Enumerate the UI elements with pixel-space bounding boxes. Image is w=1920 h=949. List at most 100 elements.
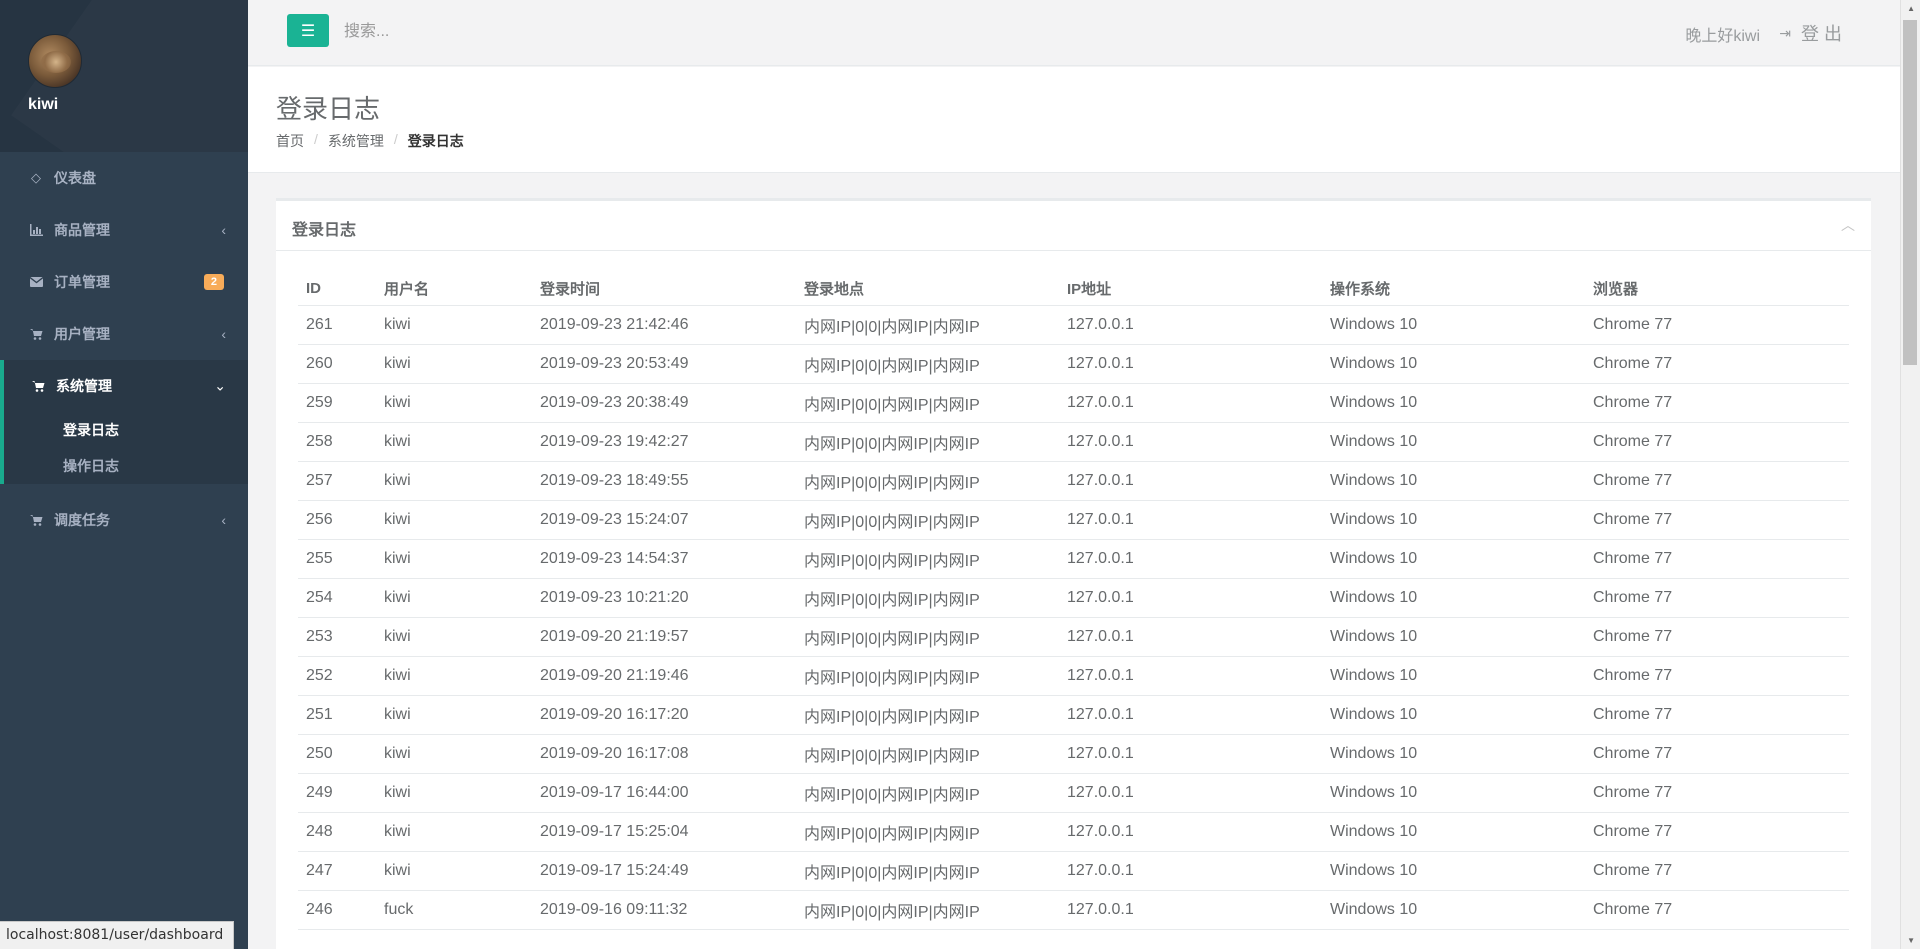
top-navbar: ☰ 晚上好kiwi ⇥ 登 出 <box>248 0 1900 66</box>
breadcrumb-home-link[interactable]: 首页 <box>276 131 304 151</box>
cell-login-time: 2019-09-20 21:19:46 <box>532 656 796 696</box>
cell-ip: 127.0.0.1 <box>1059 500 1322 540</box>
sidebar-item-dashboard[interactable]: ◇ 仪表盘 <box>0 152 248 204</box>
cell-username: kiwi <box>376 773 532 813</box>
panel-header: 登录日志 ︿ <box>276 201 1871 251</box>
column-header-id[interactable]: ID <box>298 273 376 306</box>
cell-id: 260 <box>298 344 376 384</box>
chevron-up-icon[interactable]: ︿ <box>1841 215 1855 235</box>
cell-ip: 127.0.0.1 <box>1059 461 1322 501</box>
envelope-icon <box>28 277 44 287</box>
column-header-browser[interactable]: 浏览器 <box>1585 273 1849 306</box>
search-input[interactable] <box>344 18 744 46</box>
scroll-up-arrow-icon[interactable]: ▲ <box>1907 4 1915 13</box>
cell-username: kiwi <box>376 539 532 579</box>
cell-username: kiwi <box>376 851 532 891</box>
cell-id: 251 <box>298 695 376 735</box>
cell-os: Windows 10 <box>1322 344 1585 384</box>
table-body: 261 kiwi 2019-09-23 21:42:46 内网IP|0|0|内网IP|… <box>298 305 1849 930</box>
table-row: 257 kiwi 2019-09-23 18:49:55 内网IP|0|0|内网IP|… <box>298 461 1849 501</box>
cell-browser: Chrome 77 <box>1585 422 1849 462</box>
greeting-text: 晚上好kiwi <box>1685 28 1760 45</box>
cell-id: 255 <box>298 539 376 579</box>
sidebar-item-scheduled-tasks[interactable]: 调度任务 ‹ <box>0 494 248 546</box>
order-count-badge: 2 <box>203 274 224 290</box>
sidebar-item-label: 仪表盘 <box>54 170 96 186</box>
column-header-login-time[interactable]: 登录时间 <box>532 273 796 306</box>
cell-id: 257 <box>298 461 376 501</box>
cell-id: 247 <box>298 851 376 891</box>
cell-ip: 127.0.0.1 <box>1059 695 1322 735</box>
table-row: 259 kiwi 2019-09-23 20:38:49 内网IP|0|0|内网IP|… <box>298 383 1849 423</box>
breadcrumb-separator: / <box>393 131 398 147</box>
cell-browser: Chrome 77 <box>1585 656 1849 696</box>
cell-username: kiwi <box>376 422 532 462</box>
cell-os: Windows 10 <box>1322 383 1585 423</box>
diamond-icon: ◇ <box>31 170 41 185</box>
cell-login-time: 2019-09-17 15:24:49 <box>532 851 796 891</box>
cell-username: kiwi <box>376 656 532 696</box>
profile-username[interactable]: kiwi <box>28 96 58 114</box>
menu-toggle-button[interactable]: ☰ <box>287 14 329 47</box>
cell-id: 250 <box>298 734 376 774</box>
cell-username: kiwi <box>376 812 532 852</box>
cell-ip: 127.0.0.1 <box>1059 890 1322 930</box>
cell-location: 内网IP|0|0|内网IP|内网IP <box>796 422 1059 462</box>
cell-location: 内网IP|0|0|内网IP|内网IP <box>796 305 1059 345</box>
sidebar-nav-tail: 调度任务 ‹ <box>0 494 248 546</box>
sidebar-group-system: 系统管理 ⌄ 登录日志 操作日志 <box>0 360 248 484</box>
cell-os: Windows 10 <box>1322 656 1585 696</box>
cell-login-time: 2019-09-23 14:54:37 <box>532 539 796 579</box>
cell-login-time: 2019-09-23 10:21:20 <box>532 578 796 618</box>
sidebar-item-users[interactable]: 用户管理 ‹ <box>0 308 248 360</box>
cell-os: Windows 10 <box>1322 539 1585 579</box>
sidebar-item-orders[interactable]: 订单管理 2 <box>0 256 248 308</box>
column-header-ip[interactable]: IP地址 <box>1059 273 1322 306</box>
table-row: 256 kiwi 2019-09-23 15:24:07 内网IP|0|0|内网IP|… <box>298 500 1849 540</box>
sidebar-item-label: 调度任务 <box>54 512 110 528</box>
logout-label: 登 出 <box>1800 24 1842 44</box>
cell-id: 246 <box>298 890 376 930</box>
sidebar-item-label: 商品管理 <box>54 222 110 238</box>
avatar[interactable] <box>28 34 82 88</box>
scrollbar-thumb[interactable] <box>1903 20 1917 365</box>
breadcrumb-system-link[interactable]: 系统管理 <box>328 131 384 151</box>
sidebar-subitem-login-log[interactable]: 登录日志 <box>4 412 248 448</box>
cell-id: 249 <box>298 773 376 813</box>
page-title: 登录日志 <box>276 94 381 124</box>
page-scrollbar[interactable]: ▲ ▼ <box>1900 0 1920 949</box>
cell-login-time: 2019-09-23 19:42:27 <box>532 422 796 462</box>
sidebar-nav: ◇ 仪表盘 商品管理 ‹ 订单管理 2 用户管理 ‹ <box>0 152 248 360</box>
page-heading: 登录日志 首页 / 系统管理 / 登录日志 <box>248 67 1900 173</box>
cell-username: kiwi <box>376 578 532 618</box>
cell-os: Windows 10 <box>1322 500 1585 540</box>
column-header-location[interactable]: 登录地点 <box>796 273 1059 306</box>
cell-ip: 127.0.0.1 <box>1059 344 1322 384</box>
table-row: 255 kiwi 2019-09-23 14:54:37 内网IP|0|0|内网IP|… <box>298 539 1849 579</box>
cell-os: Windows 10 <box>1322 734 1585 774</box>
sidebar-item-system[interactable]: 系统管理 ⌄ <box>4 360 248 412</box>
sign-out-icon: ⇥ <box>1779 24 1791 41</box>
cell-browser: Chrome 77 <box>1585 383 1849 423</box>
cell-login-time: 2019-09-20 16:17:20 <box>532 695 796 735</box>
cell-username: kiwi <box>376 617 532 657</box>
cell-ip: 127.0.0.1 <box>1059 305 1322 345</box>
column-header-username[interactable]: 用户名 <box>376 273 532 306</box>
cell-login-time: 2019-09-20 21:19:57 <box>532 617 796 657</box>
scroll-down-arrow-icon[interactable]: ▼ <box>1907 936 1915 945</box>
table-row: 251 kiwi 2019-09-20 16:17:20 内网IP|0|0|内网IP|… <box>298 695 1849 735</box>
profile-header: kiwi <box>0 0 248 152</box>
sidebar-subitem-operation-log[interactable]: 操作日志 <box>4 448 248 484</box>
column-header-os[interactable]: 操作系统 <box>1322 273 1585 306</box>
logout-button[interactable]: ⇥ 登 出 <box>1779 20 1842 46</box>
cell-browser: Chrome 77 <box>1585 812 1849 852</box>
cell-browser: Chrome 77 <box>1585 773 1849 813</box>
cell-location: 内网IP|0|0|内网IP|内网IP <box>796 500 1059 540</box>
cell-login-time: 2019-09-23 20:53:49 <box>532 344 796 384</box>
cell-location: 内网IP|0|0|内网IP|内网IP <box>796 734 1059 774</box>
sidebar-item-products[interactable]: 商品管理 ‹ <box>0 204 248 256</box>
cell-browser: Chrome 77 <box>1585 578 1849 618</box>
cell-login-time: 2019-09-23 15:24:07 <box>532 500 796 540</box>
panel-title: 登录日志 <box>292 222 357 239</box>
cell-id: 248 <box>298 812 376 852</box>
